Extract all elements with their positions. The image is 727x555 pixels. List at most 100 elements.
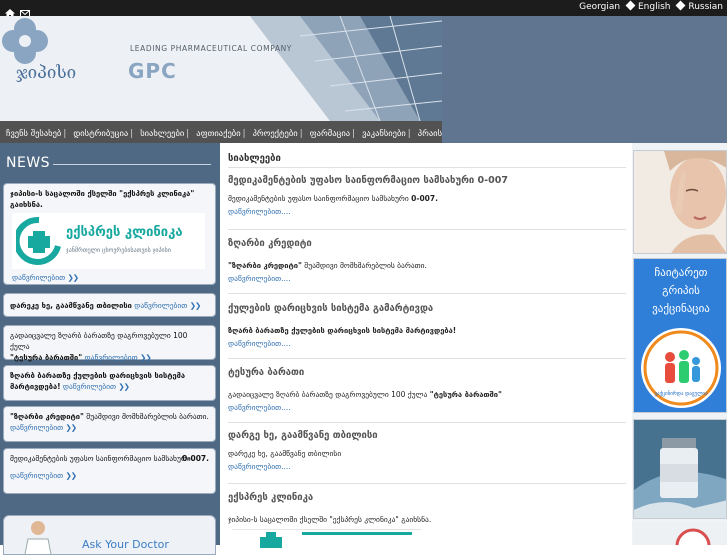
diamond-icon <box>625 0 636 11</box>
language-switcher: Georgian English Russian <box>575 0 723 12</box>
page-title: სიახლეები <box>228 153 281 164</box>
nav-projects[interactable]: პროექტები <box>251 123 300 143</box>
clinic-logo-title: ექსპრეს კლინიკა <box>66 225 183 240</box>
news-box-suffix[interactable]: 0-007. <box>182 453 209 464</box>
lang-russian[interactable]: Russian <box>675 0 723 12</box>
top-bar: Georgian English Russian <box>0 0 727 18</box>
news-item-title[interactable]: მედიკამენტების უფასო საინფორმაციო სამსახ… <box>228 175 626 186</box>
ask-doctor-banner[interactable]: Ask Your Doctor <box>3 515 216 555</box>
nav-vacancies[interactable]: ვაკანსიები <box>360 123 408 143</box>
news-box-text[interactable]: მედიკამენტების უფასო საინფორმაციო სამსახ… <box>10 454 191 463</box>
news-item-title[interactable]: ექსპრეს კლინიკა <box>228 492 626 503</box>
news-more-link[interactable]: დაწვრილებით <box>63 382 116 391</box>
lang-georgian[interactable]: Georgian <box>579 2 620 12</box>
double-arrow-icon: ❯❯ <box>189 301 202 310</box>
news-item-more-link[interactable]: დაწვრილებით.... <box>228 274 626 283</box>
nav-pharmacy[interactable]: ფარმაცია <box>308 123 352 143</box>
news-main: სიახლეები მედიკამენტების უფასო საინფორმა… <box>220 143 632 548</box>
lang-georgian-label[interactable]: Georgian <box>579 2 620 12</box>
lang-english-label[interactable]: English <box>638 2 671 12</box>
nav-news[interactable]: სიახლეები <box>138 123 186 143</box>
news-item: დარგე ხე, გაამწვანე თბილისი დარეკე ხე, გ… <box>228 430 626 471</box>
company-tagline: LEADING PHARMACEUTICAL COMPANY <box>130 44 292 53</box>
news-box-text[interactable]: გადაიცვალე ზღარბ ბარათზე დაგროვებული 100… <box>10 330 209 352</box>
news-box: ზღარბ ბარათზე ქულების დარიცხვის სისტემა … <box>3 365 216 401</box>
news-item-title[interactable]: ზღარბი კრედიტი <box>228 238 626 249</box>
home-icon[interactable] <box>5 3 15 18</box>
news-more-link[interactable]: დაწვრილებით <box>85 353 138 362</box>
news-box-text[interactable]: დარეკე ხე, გაამწვანე თბილისი <box>10 301 132 310</box>
nav-separator: | <box>299 129 303 139</box>
flu-ad-line: ჩაიტარეთ <box>654 266 708 279</box>
header-right-panel <box>442 16 727 121</box>
logo-gpc-text[interactable]: GPC <box>128 59 177 83</box>
flu-ad-line: ვაქცინაცია <box>652 302 710 315</box>
double-arrow-icon: ❯❯ <box>118 382 130 391</box>
news-item: მედიკამენტების უფასო საინფორმაციო სამსახ… <box>228 175 626 216</box>
vaccine-vial-image <box>634 420 726 518</box>
news-box: მედიკამენტების უფასო საინფორმაციო სამსახ… <box>3 448 216 494</box>
news-more-link[interactable]: დაწვრილებით ❯❯ <box>12 272 79 283</box>
doctor-figure-icon <box>24 521 52 554</box>
news-item: ტესურა ბარათი გადაიცვალე ზღარბ ბარათზე დ… <box>228 367 626 412</box>
double-arrow-icon: ❯❯ <box>140 353 152 362</box>
news-box-text[interactable]: ჯიპისი-ს საცალოში ქსელში "ექსპრეს კლინიკ… <box>10 188 209 210</box>
news-item-more-link[interactable]: დაწვრილებით.... <box>228 462 626 471</box>
lang-english[interactable]: English <box>625 0 671 12</box>
nav-fill <box>442 121 727 143</box>
news-more-link[interactable]: დაწვრილებით <box>10 423 63 432</box>
nav-separator: | <box>242 129 246 139</box>
woman-face-image <box>634 151 726 253</box>
news-item-desc: ზღარბ ბარათზე ქულების დარიცხვის სისტემა … <box>228 326 626 335</box>
express-clinic-logo[interactable]: ექსპრეს კლინიკა ჯანმრთელი ცხოვრებისათვის… <box>12 213 205 269</box>
more-link-label[interactable]: დაწვრილებით <box>12 273 65 282</box>
news-item-more-link[interactable]: დაწვრილებით.... <box>228 403 626 412</box>
news-more-link[interactable]: დაწვრილებით <box>134 301 187 310</box>
divider <box>228 229 626 230</box>
divider <box>228 483 626 484</box>
news-item-more-link[interactable]: დაწვრილებით.... <box>228 207 626 216</box>
flu-badge-text: ვაქცინირდა დაცულია <box>654 391 708 397</box>
news-sidebar: NEWS ჯიპისი-ს საცალოში ქსელში "ექსპრეს კ… <box>0 143 220 545</box>
lang-russian-label[interactable]: Russian <box>688 2 723 12</box>
nav-pharmacies[interactable]: აფთიაქები <box>194 123 242 143</box>
beauty-ad[interactable] <box>633 150 727 254</box>
news-item-desc-text: შუამდივი მომხმარებლის ბარათი. <box>301 261 427 270</box>
news-item-desc: მედიკამენტების უფასო საინფორმაციო სამსახ… <box>228 194 626 203</box>
nav-distribution[interactable]: დისტრიბუცია <box>71 123 130 143</box>
news-item-desc-bold: "ზღარბი კრედიტი" <box>228 261 302 270</box>
flu-ad-line: გრიპის <box>662 284 700 297</box>
news-item-desc: "ზღარბი კრედიტი" შუამდივი მომხმარებლის ბ… <box>228 261 626 270</box>
nav-separator: | <box>407 129 411 139</box>
vaccine-ad[interactable] <box>633 419 727 519</box>
news-box-text[interactable]: შუამდივი მომხმარებლის ბარათი. <box>84 412 209 421</box>
news-item-title[interactable]: ტესურა ბარათი <box>228 367 626 378</box>
news-heading-rule <box>53 164 211 165</box>
news-item-title[interactable]: დარგე ხე, გაამწვანე თბილისი <box>228 430 626 441</box>
news-item-desc: დარეკე ხე, გაამწვანე თბილისი <box>228 449 626 458</box>
divider <box>228 293 626 294</box>
clinic-logo-text-partial <box>302 532 412 535</box>
nav-price[interactable]: პრაისი <box>416 123 442 143</box>
news-item-more-link[interactable]: დაწვრილებით.... <box>228 339 626 348</box>
divider <box>228 167 626 168</box>
news-item-title[interactable]: ქულების დარიცხვის სისტემა გამარტივდა <box>228 303 626 314</box>
express-clinic-logo-partial[interactable] <box>232 529 422 548</box>
logo-georgian-text[interactable]: ჯიპისი <box>16 63 76 83</box>
news-item-desc-text: ჯიპისი-ს საცალოში ქსელში "ექსპრეს კლინიკ… <box>228 515 432 524</box>
nav-separator: | <box>186 129 190 139</box>
news-box-bold[interactable]: "ზღარბი კრედიტი" <box>10 412 84 421</box>
news-more-link[interactable]: დაწვრილებით <box>10 471 63 480</box>
bottom-ad-partial[interactable] <box>633 522 727 545</box>
vaccination-badge-icon <box>641 328 721 408</box>
news-item-desc-text: გადაიცვალე ზღარბ ბარათზე დაგროვებული 100… <box>228 390 430 399</box>
clinic-logo-subtitle: ჯანმრთელი ცხოვრებისათვის ჯიპისი <box>66 247 171 254</box>
news-box-bold[interactable]: "ტესურა ბარათში" <box>10 353 82 362</box>
mail-icon[interactable] <box>20 3 30 18</box>
logo-flower-icon[interactable] <box>0 16 50 66</box>
news-item: ქულების დარიცხვის სისტემა გამარტივდა ზღა… <box>228 303 626 348</box>
nav-about[interactable]: ჩვენს შესახებ <box>4 123 63 143</box>
divider <box>228 358 626 359</box>
news-item-desc: გადაიცვალე ზღარბ ბარათზე დაგროვებული 100… <box>228 390 626 399</box>
flu-vaccination-ad[interactable]: ჩაიტარეთ გრიპის ვაქცინაცია ვაქცინირდა და… <box>633 258 727 413</box>
